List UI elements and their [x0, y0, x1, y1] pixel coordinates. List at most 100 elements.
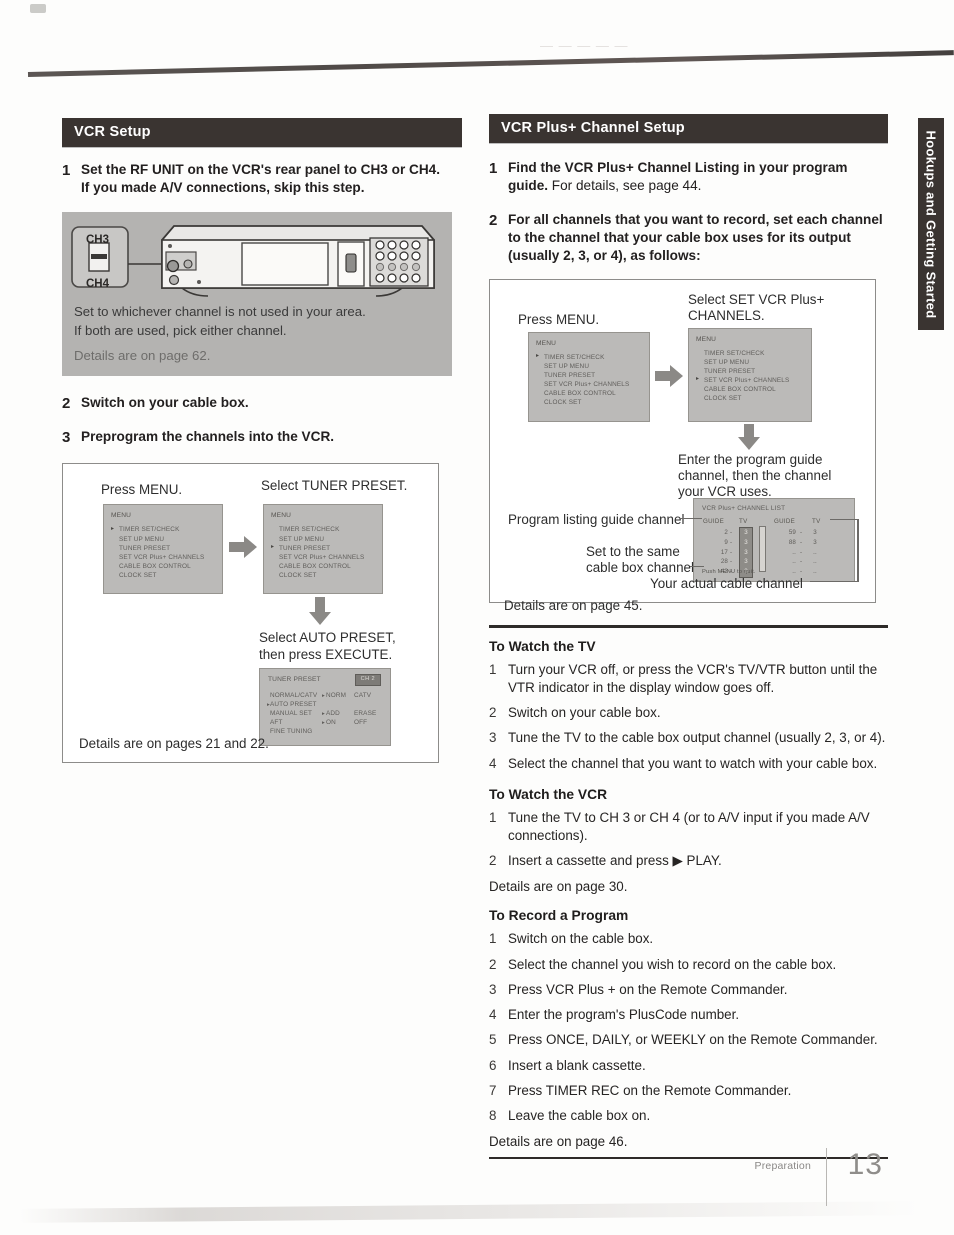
leader-guide-channel	[680, 517, 702, 520]
arrow-down-icon	[309, 597, 331, 626]
left-step-3: 3 Preprogram the channels into the VCR.	[62, 428, 462, 448]
osd-menu-2-item-4: CABLE BOX CONTROL	[279, 562, 351, 570]
osd-tuner-row-3-opt2: OFF	[354, 719, 368, 727]
right-step-1-number: 1	[489, 160, 498, 177]
right-tv-2: ..	[813, 548, 817, 556]
leader-actual-cable-bottom	[810, 580, 858, 583]
osd-menu-1-item-0: TIMER SET/CHECK	[111, 525, 204, 534]
watch-vcr-details-note: Details are on page 30.	[489, 879, 628, 895]
callout-your-actual-cable-channel: Your actual cable channel	[650, 575, 803, 591]
vcrplus-osd-menu-1-item-5: CLOCK SET	[544, 399, 582, 407]
right-step-2-text: For all channels that you want to record…	[508, 211, 883, 263]
vcrplus-arrow-right-icon	[655, 364, 683, 387]
watch-vcr-text-1: Tune the TV to CH 3 or CH 4 (or to A/V i…	[508, 809, 870, 843]
record-num-4: 4	[489, 1007, 497, 1023]
osd-channel-list-right-guide-values: 59 88 .. .. ..	[774, 528, 796, 578]
manual-page: — — — — — VCR Setup 1 Set the RF UNIT on…	[0, 0, 954, 1235]
watch-tv-text-2: Switch on your cable box.	[508, 705, 661, 721]
osd-menu-1-items: TIMER SET/CHECK SET UP MENU TUNER PRESET…	[111, 525, 204, 580]
leader-actual-cable-vert	[857, 518, 859, 582]
list-item: 4 Enter the program's PlusCode number.	[489, 1006, 888, 1024]
ghost-bleed-text: — — — — —	[540, 38, 629, 53]
right-guide-0: 59	[788, 528, 796, 536]
osd-tuner-row-4: FINE TUNING	[270, 727, 322, 736]
osd-menu-1-title: MENU	[111, 512, 132, 520]
divider-watch-tv	[489, 624, 888, 628]
footer-separator	[826, 1148, 827, 1206]
page-top-rule	[27, 50, 954, 77]
vcrplus-channel-diagram: Press MENU. Select SET VCR Plus+ CHANNEL…	[489, 278, 876, 613]
vcrplus-osd-menu-1-item-1: SET UP MENU	[544, 362, 590, 370]
side-tab-label: Hookups and Getting Started	[923, 130, 939, 318]
osd-tuner-row-4-label: FINE TUNING	[270, 728, 313, 736]
tuner-diagram-details-note: Details are on pages 21 and 22.	[79, 736, 269, 752]
vcrplus-osd-menu-1-item-0: TIMER SET/CHECK	[536, 352, 629, 362]
record-text-1: Switch on the cable box.	[508, 931, 654, 947]
list-item: 2 Select the channel you wish to record o…	[489, 956, 888, 974]
rear-panel-caption-1: Set to whichever channel is not used in …	[74, 303, 366, 319]
left-column: VCR Setup 1 Set the RF UNIT on the VCR's…	[62, 118, 462, 764]
heading-record-program: To Record a Program	[489, 908, 629, 924]
osd-channel-list-header-guide-right: GUIDE	[774, 517, 796, 525]
heading-watch-tv: To Watch the TV	[489, 638, 596, 654]
vcrplus-osd-menu-screen-2: MENU TIMER SET/CHECK SET UP MENU TUNER P…	[688, 327, 812, 422]
scan-speck	[30, 4, 46, 13]
watch-vcr-text-2: Insert a cassette and press ▶ PLAY.	[508, 853, 722, 869]
left-guide-0: 2	[724, 528, 728, 536]
osd-channel-list-title: VCR Plus+ CHANNEL LIST	[702, 504, 786, 512]
list-item: 2 Insert a cassette and press ▶ PLAY.	[489, 852, 888, 870]
right-step-2: 2 For all channels that you want to reco…	[489, 211, 888, 265]
osd-tuner-row-2-label: MANUAL SET	[270, 710, 313, 718]
osd-vcrplus-channel-list: VCR Plus+ CHANNEL LIST GUIDE TV 2 9 17 2…	[693, 497, 855, 582]
osd-channel-list-right-dashes: -----	[800, 528, 803, 576]
right-guide-2: ..	[792, 548, 796, 556]
watch-tv-num-1: 1	[489, 661, 497, 677]
leader-actual-cable-top	[830, 518, 858, 521]
record-num-6: 6	[489, 1057, 497, 1073]
left-step-2-text: Switch on your cable box.	[81, 394, 249, 410]
page-number: 13	[847, 1148, 883, 1181]
vcrplus-osd-menu-1-item-4: CABLE BOX CONTROL	[544, 390, 616, 398]
osd-menu-1-item-5: CLOCK SET	[119, 571, 157, 579]
osd-menu-2-item-3: SET VCR Plus+ CHANNELS	[279, 553, 365, 561]
osd-tuner-title: TUNER PRESET	[268, 676, 321, 684]
vcrplus-label-select-channels-line2: CHANNELS.	[688, 307, 765, 323]
section-header-vcrplus-setup: VCR Plus+ Channel Setup	[489, 114, 888, 143]
list-watch-tv: 1 Turn your VCR off, or press the VCR's T…	[489, 661, 888, 773]
vcrplus-label-enter-line2: channel, then the channel	[678, 467, 832, 483]
osd-menu-1-item-2: TUNER PRESET	[119, 544, 171, 552]
right-step-1: 1 Find the VCR Plus+ Channel Listing in …	[489, 159, 888, 195]
record-num-7: 7	[489, 1082, 497, 1098]
vcrplus-osd-menu-1-title: MENU	[536, 339, 557, 347]
vcrplus-osd-menu-1-items: TIMER SET/CHECK SET UP MENU TUNER PRESET…	[536, 352, 629, 408]
osd-channel-list-header-guide-left: GUIDE	[703, 517, 725, 525]
callout-set-same-cable-box-line1: Set to the same	[586, 543, 680, 559]
section-header-vcrplus-setup-label: VCR Plus+ Channel Setup	[501, 120, 685, 136]
osd-menu-1-item-4: CABLE BOX CONTROL	[119, 562, 191, 570]
vcrplus-osd-menu-2-title: MENU	[696, 335, 717, 343]
list-item: 8 Leave the cable box on.	[489, 1107, 888, 1125]
list-item: 1 Switch on the cable box.	[489, 930, 888, 948]
left-step-1-text-line2: If you made A/V connections, skip this s…	[81, 179, 365, 195]
record-text-5: Press ONCE, DAILY, or WEEKLY on the Remo…	[508, 1032, 878, 1048]
section-header-vcr-setup: VCR Setup	[62, 118, 462, 147]
left-step-2-number: 2	[62, 394, 71, 412]
osd-menu-1-item-3: SET VCR Plus+ CHANNELS	[119, 553, 205, 561]
vcrplus-osd-menu-2-items: TIMER SET/CHECK SET UP MENU TUNER PRESET…	[696, 349, 789, 404]
section-header-vcr-setup-label: VCR Setup	[74, 124, 151, 140]
record-text-4: Enter the program's PlusCode number.	[508, 1007, 740, 1023]
vcrplus-osd-menu-2-item-5: CLOCK SET	[704, 395, 742, 403]
callout-set-same-cable-box-line2: cable box channel	[586, 559, 694, 575]
footer-section-label: Preparation	[754, 1160, 811, 1172]
left-guide-2: 17	[720, 548, 728, 556]
record-text-7: Press TIMER REC on the Remote Commander.	[508, 1082, 792, 1098]
osd-menu-2-item-1: SET UP MENU	[279, 535, 325, 543]
vcrplus-osd-menu-2-item-0: TIMER SET/CHECK	[704, 349, 765, 357]
osd-menu-2-items: TIMER SET/CHECK SET UP MENU TUNER PRESET…	[271, 525, 364, 580]
record-num-1: 1	[489, 931, 497, 947]
watch-tv-text-1: Turn your VCR off, or press the VCR's TV…	[508, 661, 878, 695]
record-text-3: Press VCR Plus + on the Remote Commander…	[508, 981, 788, 997]
rear-panel-details-note: Details are on page 62.	[74, 347, 211, 363]
watch-tv-text-4: Select the channel that you want to watc…	[508, 755, 878, 771]
left-step-1-text: Set the RF UNIT on the VCR's rear panel …	[81, 162, 440, 177]
